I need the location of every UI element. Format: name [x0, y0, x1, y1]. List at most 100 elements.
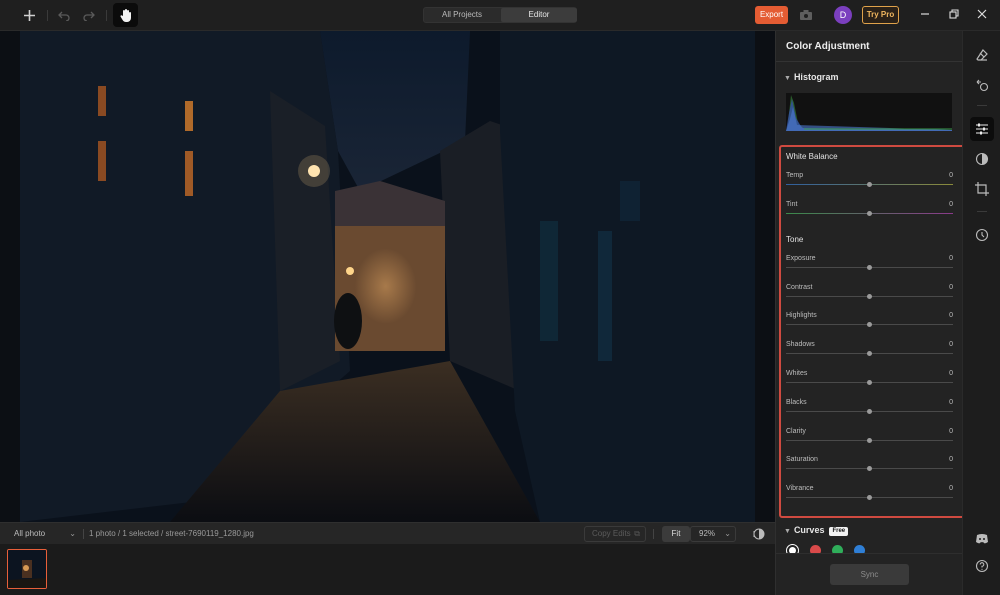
slider-knob[interactable]	[867, 495, 872, 500]
album-select[interactable]: All photo ⌄	[6, 527, 80, 541]
try-pro-button[interactable]: Try Pro	[862, 6, 899, 24]
slider-knob[interactable]	[867, 466, 872, 471]
editor-canvas[interactable]	[0, 31, 775, 522]
ai-removal-icon[interactable]	[970, 73, 994, 97]
hand-tool-icon[interactable]	[113, 3, 138, 27]
redo-icon[interactable]	[78, 4, 100, 26]
slider-vibrance[interactable]: Vibrance 0	[786, 485, 953, 507]
slider-label: Temp	[786, 172, 804, 179]
export-button[interactable]: Export	[755, 6, 788, 24]
slider-value[interactable]: 0	[949, 399, 953, 406]
slider-knob[interactable]	[867, 409, 872, 414]
zoom-value: 92%	[699, 529, 716, 538]
slider-knob[interactable]	[867, 294, 872, 299]
slider-temp[interactable]: Temp 0	[786, 172, 953, 194]
slider-knob[interactable]	[867, 351, 872, 356]
photo-preview[interactable]	[20, 31, 755, 522]
slider-label: Tint	[786, 201, 798, 208]
discord-icon[interactable]	[970, 527, 994, 551]
histogram-title: Histogram	[793, 72, 839, 82]
status-divider	[83, 529, 84, 539]
slider-label: Saturation	[786, 456, 818, 463]
slider-knob[interactable]	[867, 182, 872, 187]
compare-icon[interactable]	[753, 528, 765, 540]
slider-value[interactable]: 0	[949, 255, 953, 262]
filmstrip	[0, 544, 775, 595]
zoom-select[interactable]: 92% ⌄	[690, 526, 736, 542]
slider-label: Vibrance	[786, 485, 814, 492]
mask-icon[interactable]	[970, 147, 994, 171]
top-bar: All Projects Editor Export D Try Pro	[0, 0, 1000, 31]
slider-value[interactable]: 0	[949, 370, 953, 377]
chevron-down-icon: ⌄	[69, 529, 76, 538]
undo-icon[interactable]	[53, 4, 75, 26]
panel-divider	[776, 61, 963, 62]
camera-icon[interactable]	[799, 8, 813, 22]
slider-value[interactable]: 0	[949, 172, 953, 179]
caret-down-icon: ▼	[784, 528, 791, 535]
eraser-icon[interactable]	[970, 43, 994, 67]
slider-label: Exposure	[786, 255, 816, 262]
tab-editor[interactable]: Editor	[501, 8, 577, 22]
sync-bar: Sync	[776, 553, 963, 595]
panel-title: Color Adjustment	[786, 41, 870, 52]
tone-title: Tone	[786, 235, 804, 244]
tab-all-projects[interactable]: All Projects	[424, 8, 500, 22]
copy-edits-label: Copy Edits	[592, 529, 631, 538]
slider-value[interactable]: 0	[949, 284, 953, 291]
slider-knob[interactable]	[867, 211, 872, 216]
add-icon[interactable]	[18, 4, 40, 26]
chevron-down-icon: ⌄	[724, 529, 731, 538]
histogram	[786, 93, 952, 131]
slider-knob[interactable]	[867, 265, 872, 270]
status-bar: All photo ⌄ 1 photo / 1 selected / stree…	[0, 522, 775, 544]
slider-contrast[interactable]: Contrast 0	[786, 284, 953, 306]
slider-label: Highlights	[786, 312, 817, 319]
slider-value[interactable]: 0	[949, 201, 953, 208]
slider-value[interactable]: 0	[949, 485, 953, 492]
slider-value[interactable]: 0	[949, 456, 953, 463]
slider-label: Clarity	[786, 428, 806, 435]
history-icon[interactable]	[970, 223, 994, 247]
minimize-icon[interactable]	[915, 6, 935, 24]
slider-value[interactable]: 0	[949, 428, 953, 435]
slider-label: Contrast	[786, 284, 813, 291]
help-icon[interactable]	[970, 554, 994, 578]
selection-info: 1 photo / 1 selected / street-7690119_12…	[89, 529, 254, 538]
copy-edits-button[interactable]: Copy Edits ⧉	[584, 526, 646, 542]
slider-value[interactable]: 0	[949, 312, 953, 319]
toolbar-divider	[47, 10, 48, 21]
photo-thumbnail[interactable]	[7, 549, 47, 589]
slider-saturation[interactable]: Saturation 0	[786, 456, 953, 478]
slider-knob[interactable]	[867, 380, 872, 385]
slider-highlights[interactable]: Highlights 0	[786, 312, 953, 334]
slider-clarity[interactable]: Clarity 0	[786, 428, 953, 450]
fit-button[interactable]: Fit	[662, 526, 690, 542]
color-adjustment-icon[interactable]	[970, 117, 994, 141]
color-adjustment-panel: Color Adjustment ▼ Histogram White Balanc…	[775, 31, 965, 595]
toolbar-divider	[977, 211, 987, 212]
slider-shadows[interactable]: Shadows 0	[786, 341, 953, 363]
slider-label: Blacks	[786, 399, 807, 406]
restore-icon[interactable]	[944, 6, 964, 24]
slider-value[interactable]: 0	[949, 341, 953, 348]
caret-down-icon: ▼	[784, 75, 791, 82]
histogram-header[interactable]: ▼ Histogram	[784, 72, 838, 82]
white-balance-title: White Balance	[786, 152, 838, 161]
slider-exposure[interactable]: Exposure 0	[786, 255, 953, 277]
avatar[interactable]: D	[834, 6, 852, 24]
toolbar-divider	[106, 10, 107, 21]
status-divider	[653, 529, 654, 539]
curves-title: Curves	[793, 525, 825, 535]
slider-knob[interactable]	[867, 322, 872, 327]
sync-button[interactable]: Sync	[830, 564, 909, 585]
toolbar-divider	[977, 105, 987, 106]
slider-tint[interactable]: Tint 0	[786, 201, 953, 223]
slider-whites[interactable]: Whites 0	[786, 370, 953, 392]
crop-icon[interactable]	[970, 177, 994, 201]
slider-knob[interactable]	[867, 438, 872, 443]
slider-blacks[interactable]: Blacks 0	[786, 399, 953, 421]
copy-icon: ⧉	[634, 529, 640, 538]
curves-header[interactable]: ▼ Curves Free	[784, 525, 849, 536]
close-icon[interactable]	[972, 6, 992, 24]
